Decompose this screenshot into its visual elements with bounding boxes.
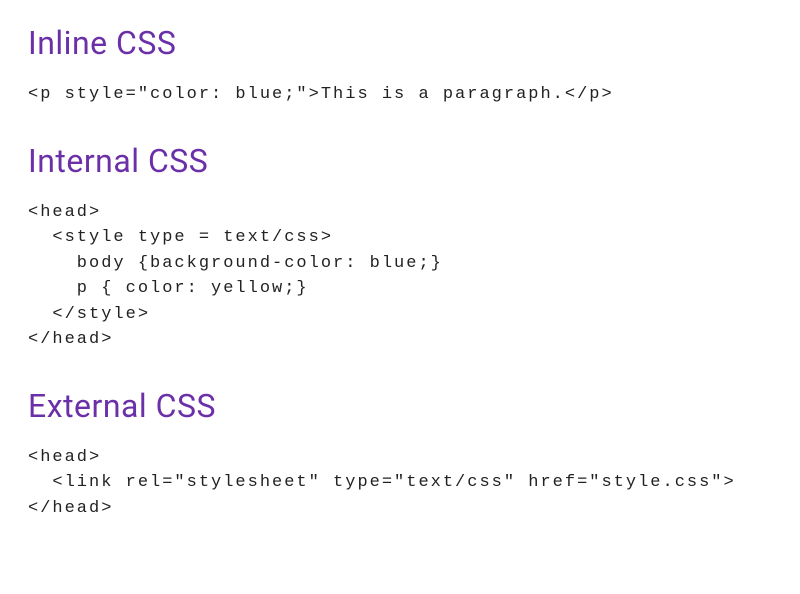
section-inline-css: Inline CSS <p style="color: blue;">This … <box>28 24 772 108</box>
heading-inline-css: Inline CSS <box>28 24 772 62</box>
section-external-css: External CSS <head> <link rel="styleshee… <box>28 387 772 522</box>
heading-external-css: External CSS <box>28 387 772 425</box>
code-external-css: <head> <link rel="stylesheet" type="text… <box>28 445 772 522</box>
heading-internal-css: Internal CSS <box>28 142 772 180</box>
code-inline-css: <p style="color: blue;">This is a paragr… <box>28 82 772 108</box>
code-internal-css: <head> <style type = text/css> body {bac… <box>28 200 772 353</box>
section-internal-css: Internal CSS <head> <style type = text/c… <box>28 142 772 353</box>
